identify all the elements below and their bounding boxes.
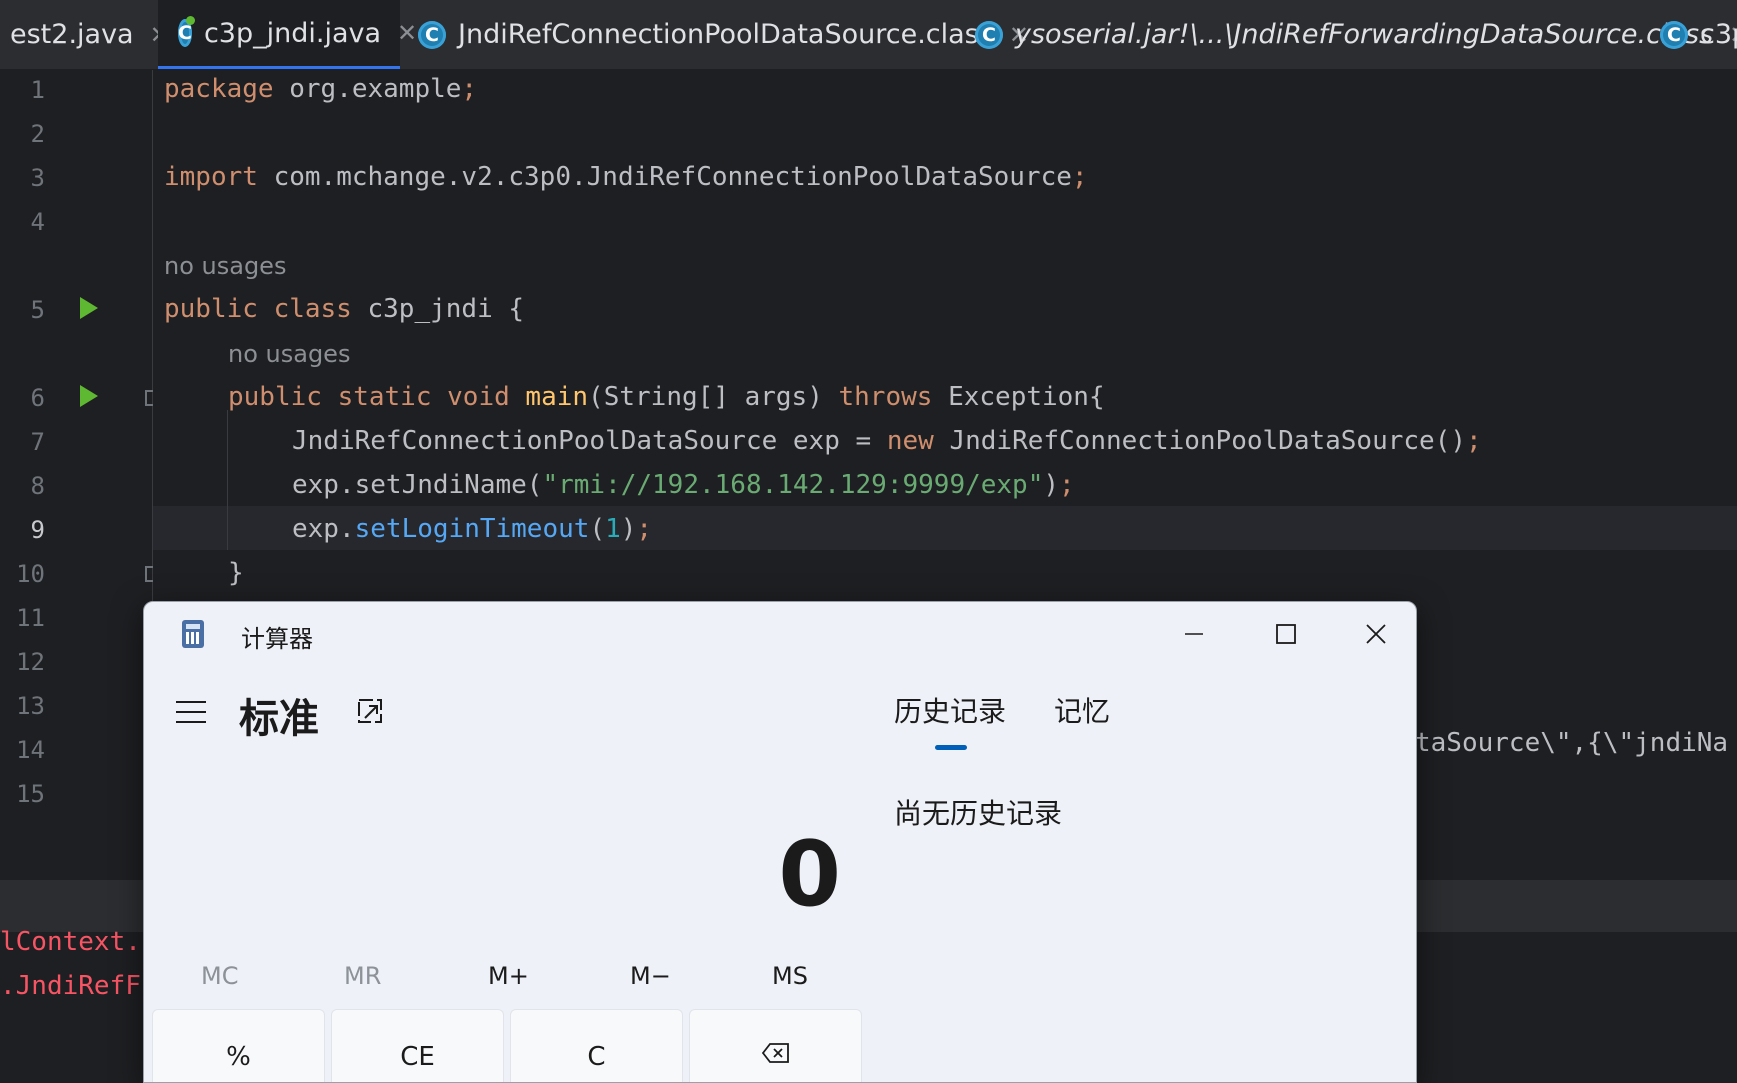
line-number: 5: [30, 296, 45, 324]
code-line-14-overflow: taSource\",{\"jndiNa: [1415, 728, 1729, 758]
line-number: 4: [30, 208, 45, 236]
tab-label: JndiRefConnectionPoolDataSource.class: [458, 19, 993, 50]
minimize-button[interactable]: [1172, 614, 1216, 654]
line-number: 8: [30, 472, 45, 500]
tab-c3p-overflow[interactable]: C c3p: [1660, 0, 1737, 69]
class-file-icon: C: [975, 20, 1003, 49]
code-line-6: public static void main(String[] args) t…: [228, 382, 1105, 412]
tab-label: c3p: [1700, 19, 1737, 50]
indent-guide: [227, 410, 228, 550]
calculator-mode-title: 标准: [239, 696, 319, 742]
line-number: 3: [30, 164, 45, 192]
minimize-icon: [1185, 633, 1203, 635]
line-number: 1: [30, 76, 45, 104]
line-number: 10: [16, 560, 45, 588]
line-number: 6: [30, 384, 45, 412]
close-button[interactable]: [1354, 614, 1398, 654]
code-line-7: JndiRefConnectionPoolDataSource exp = ne…: [292, 426, 1482, 456]
tab-test2-java[interactable]: est2.java ✕: [10, 0, 170, 69]
memory-subtract-button[interactable]: M−: [630, 962, 671, 990]
code-line-8: exp.setJndiName("rmi://192.168.142.129:9…: [292, 470, 1075, 500]
tab-jndiref-class[interactable]: C JndiRefConnectionPoolDataSource.class …: [418, 0, 1029, 69]
window-title: 计算器: [241, 625, 313, 653]
calculator-window[interactable]: 计算器 标准 0 MC MR M+ M− MS % CE C 历史记录 记忆 尚…: [143, 601, 1417, 1083]
java-class-icon: C: [178, 16, 195, 47]
tab-c3p-jndi-java[interactable]: C c3p_jndi.java ✕: [158, 0, 417, 69]
backspace-icon: [761, 1043, 789, 1063]
hamburger-menu-icon[interactable]: [176, 701, 206, 723]
code-line-3: import com.mchange.v2.c3p0.JndiRefConnec…: [164, 162, 1088, 192]
line-number: 11: [16, 604, 45, 632]
backspace-button[interactable]: [689, 1009, 862, 1082]
percent-button[interactable]: %: [152, 1009, 325, 1082]
tab-label: c3p_jndi.java: [203, 17, 382, 49]
code-line-10: }: [228, 558, 244, 588]
memory-clear-button[interactable]: MC: [201, 962, 238, 990]
clear-button[interactable]: C: [510, 1009, 683, 1082]
usages-hint[interactable]: no usages: [228, 340, 350, 368]
tab-label: ysoserial.jar!\...\JndiRefForwardingData…: [1015, 19, 1714, 50]
maximize-button[interactable]: [1264, 614, 1308, 654]
class-file-icon: C: [1660, 20, 1688, 49]
calculator-display: 0: [778, 822, 841, 927]
code-line-9: exp.setLoginTimeout(1);: [292, 514, 653, 544]
line-number: 14: [16, 736, 45, 764]
no-history-message: 尚无历史记录: [894, 797, 1063, 830]
line-number: 9: [30, 516, 45, 544]
close-icon: [1366, 624, 1386, 644]
clear-entry-button[interactable]: CE: [331, 1009, 504, 1082]
line-number: 7: [30, 428, 45, 456]
active-tab-indicator: [935, 745, 967, 750]
code-line-1: package org.example;: [164, 74, 478, 104]
line-number: 2: [30, 120, 45, 148]
line-number: 13: [16, 692, 45, 720]
editor-tab-bar: est2.java ✕ C c3p_jndi.java ✕ C JndiRefC…: [0, 0, 1737, 70]
maximize-icon: [1276, 624, 1296, 644]
memory-store-button[interactable]: MS: [772, 962, 808, 990]
tab-ysoserial-class[interactable]: C ysoserial.jar!\...\JndiRefForwardingDa…: [975, 0, 1737, 69]
close-icon[interactable]: ✕: [397, 19, 417, 47]
console-error-line: .JndiRefF: [0, 971, 141, 1001]
usages-hint[interactable]: no usages: [164, 252, 286, 280]
run-icon[interactable]: [80, 385, 98, 407]
memory-add-button[interactable]: M+: [488, 962, 529, 990]
line-number: 12: [16, 648, 45, 676]
class-file-icon: C: [418, 20, 446, 49]
editor-gutter: 1 2 3 4 5 6 7 8 9 10 11 12 13 14 15: [0, 70, 202, 880]
console-error-line: lContext.: [0, 927, 141, 957]
run-icon[interactable]: [80, 297, 98, 319]
code-line-5: public class c3p_jndi {: [164, 294, 525, 324]
line-number: 15: [16, 780, 45, 808]
memory-recall-button[interactable]: MR: [344, 962, 381, 990]
calculator-app-icon: [182, 620, 204, 648]
tab-memory[interactable]: 记忆: [1054, 690, 1110, 730]
tab-history[interactable]: 历史记录: [894, 690, 1006, 730]
keep-on-top-icon[interactable]: [357, 698, 385, 726]
tab-label: est2.java: [10, 19, 134, 50]
